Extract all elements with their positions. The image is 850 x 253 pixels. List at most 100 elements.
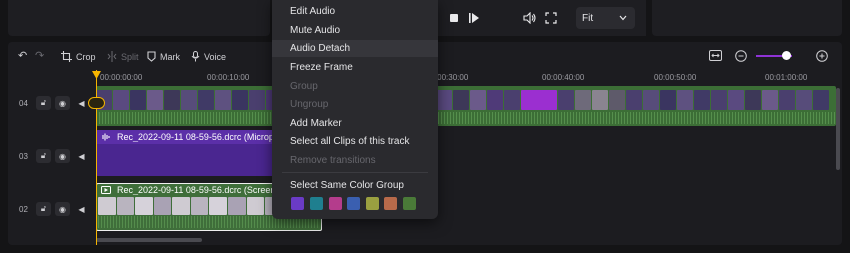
zoom-out-button[interactable]	[735, 49, 747, 62]
playhead-marker[interactable]	[88, 97, 105, 109]
thumbnail	[147, 90, 163, 110]
color-swatch-olive[interactable]	[366, 197, 379, 210]
crop-button[interactable]: Crop	[61, 50, 96, 63]
menu-item-edit-audio[interactable]: Edit Audio	[272, 3, 438, 20]
context-menu: Edit Audio Mute Audio Audio Detach Freez…	[272, 0, 438, 219]
waveform-icon	[102, 133, 110, 141]
track-number: 03	[19, 151, 28, 161]
lock-button[interactable]: 🔓︎	[36, 96, 51, 110]
thumbnail	[728, 90, 744, 110]
thumbnail	[694, 90, 710, 110]
track-03-lane: Rec_2022-09-11 08-59-56.dcrc (Microp	[96, 130, 276, 176]
voice-label: Voice	[204, 51, 227, 62]
menu-item-group: Group	[272, 78, 438, 95]
track-number: 02	[19, 204, 28, 214]
thumbnail	[116, 197, 135, 215]
stop-icon	[450, 14, 458, 22]
ruler-tick-label: 00:00:00:00	[100, 73, 143, 82]
thumbnail	[592, 90, 608, 110]
crop-label: Crop	[76, 51, 96, 62]
thumbnail	[209, 197, 228, 215]
split-button[interactable]: Split	[107, 50, 139, 63]
lock-button[interactable]: 🔓︎	[36, 202, 51, 216]
thumbnail	[677, 90, 693, 110]
visibility-button[interactable]: ◉	[55, 149, 70, 163]
menu-item-audio-detach[interactable]: Audio Detach	[272, 40, 438, 57]
thumbnail	[113, 90, 129, 110]
color-swatch-magenta[interactable]	[329, 197, 342, 210]
color-swatch-blue[interactable]	[347, 197, 360, 210]
voice-button[interactable]: Voice	[191, 50, 226, 63]
track-header-03: 03 🔓︎ ◉ ◀	[8, 146, 96, 166]
thumbnail	[190, 197, 209, 215]
menu-item-freeze-frame[interactable]: Freeze Frame	[272, 59, 438, 76]
thumbnail	[249, 90, 265, 110]
thumbnail	[521, 90, 557, 110]
thumbnail	[172, 197, 190, 215]
video-clip-icon	[101, 186, 111, 194]
menu-item-select-all-clips[interactable]: Select all Clips of this track	[272, 133, 438, 150]
ruler-tick-label: 00:00:50:00	[654, 73, 697, 82]
color-swatch-rust[interactable]	[384, 197, 397, 210]
track-04-lane	[96, 86, 836, 126]
thumbnail	[453, 90, 469, 110]
stop-button[interactable]	[446, 10, 462, 26]
redo-button[interactable]: ↷	[35, 50, 44, 63]
lock-button[interactable]: 🔓︎	[36, 149, 51, 163]
volume-button[interactable]	[522, 10, 538, 26]
track-audio-button[interactable]: ◀	[74, 149, 89, 163]
visibility-button[interactable]: ◉	[55, 202, 70, 216]
unlock-icon: 🔓︎	[40, 204, 47, 213]
track-audio-button[interactable]: ◀	[74, 202, 89, 216]
zoom-slider-handle[interactable]	[782, 51, 791, 60]
play-button[interactable]	[466, 10, 482, 26]
thumbnail	[745, 90, 761, 110]
chevron-down-icon	[619, 15, 627, 21]
menu-item-label: Edit Audio	[290, 6, 336, 17]
track-header-02: 02 🔓︎ ◉ ◀	[8, 199, 96, 219]
thumbnail	[796, 90, 812, 110]
eye-icon: ◉	[59, 204, 66, 214]
speaker-icon: ◀	[78, 204, 85, 214]
visibility-button[interactable]: ◉	[55, 96, 70, 110]
thumbnail	[181, 90, 197, 110]
thumbnail	[135, 197, 153, 215]
redo-icon: ↷	[35, 50, 45, 62]
audio-clip-label: Rec_2022-09-11 08-59-56.dcrc (Microp	[117, 132, 274, 142]
menu-item-label: Remove transitions	[290, 155, 376, 166]
fit-timeline-button[interactable]	[709, 49, 722, 62]
thumbnail	[643, 90, 659, 110]
menu-item-mute-audio[interactable]: Mute Audio	[272, 22, 438, 39]
play-icon	[469, 13, 479, 23]
undo-button[interactable]: ↶	[18, 50, 27, 63]
color-swatch-green[interactable]	[403, 197, 416, 210]
color-swatch-teal[interactable]	[310, 197, 323, 210]
thumbnail	[575, 90, 591, 110]
track-audio-button[interactable]: ◀	[74, 96, 89, 110]
menu-item-remove-transitions: Remove transitions	[272, 152, 438, 169]
menu-item-select-same-color-group[interactable]: Select Same Color Group	[272, 177, 438, 194]
fullscreen-button[interactable]	[543, 10, 559, 26]
time-ruler[interactable]: 00:00:00:00 00:00:10:00 00:00:30:00 00:0…	[96, 70, 842, 84]
track-number: 04	[19, 98, 28, 108]
thumbnail	[215, 90, 231, 110]
menu-item-label: Add Marker	[290, 118, 342, 129]
menu-item-label: Freeze Frame	[290, 62, 353, 73]
thumbnail	[762, 90, 778, 110]
thumbnail	[626, 90, 642, 110]
speaker-icon: ◀	[78, 98, 85, 108]
zoom-in-icon	[816, 49, 828, 62]
thumbnail	[130, 90, 146, 110]
vertical-scrollbar[interactable]	[836, 88, 840, 170]
eye-icon: ◉	[59, 151, 66, 161]
mark-button[interactable]: Mark	[147, 50, 180, 63]
menu-item-label: Mute Audio	[290, 25, 341, 36]
thumbnail	[198, 90, 214, 110]
horizontal-scrollbar[interactable]	[96, 238, 202, 242]
zoom-in-button[interactable]	[816, 49, 828, 62]
color-swatch-purple[interactable]	[291, 197, 304, 210]
menu-item-add-marker[interactable]: Add Marker	[272, 115, 438, 132]
zoom-fit-select[interactable]: Fit	[576, 7, 635, 29]
unlock-icon: 🔓︎	[40, 98, 47, 107]
thumbnail	[246, 197, 265, 215]
